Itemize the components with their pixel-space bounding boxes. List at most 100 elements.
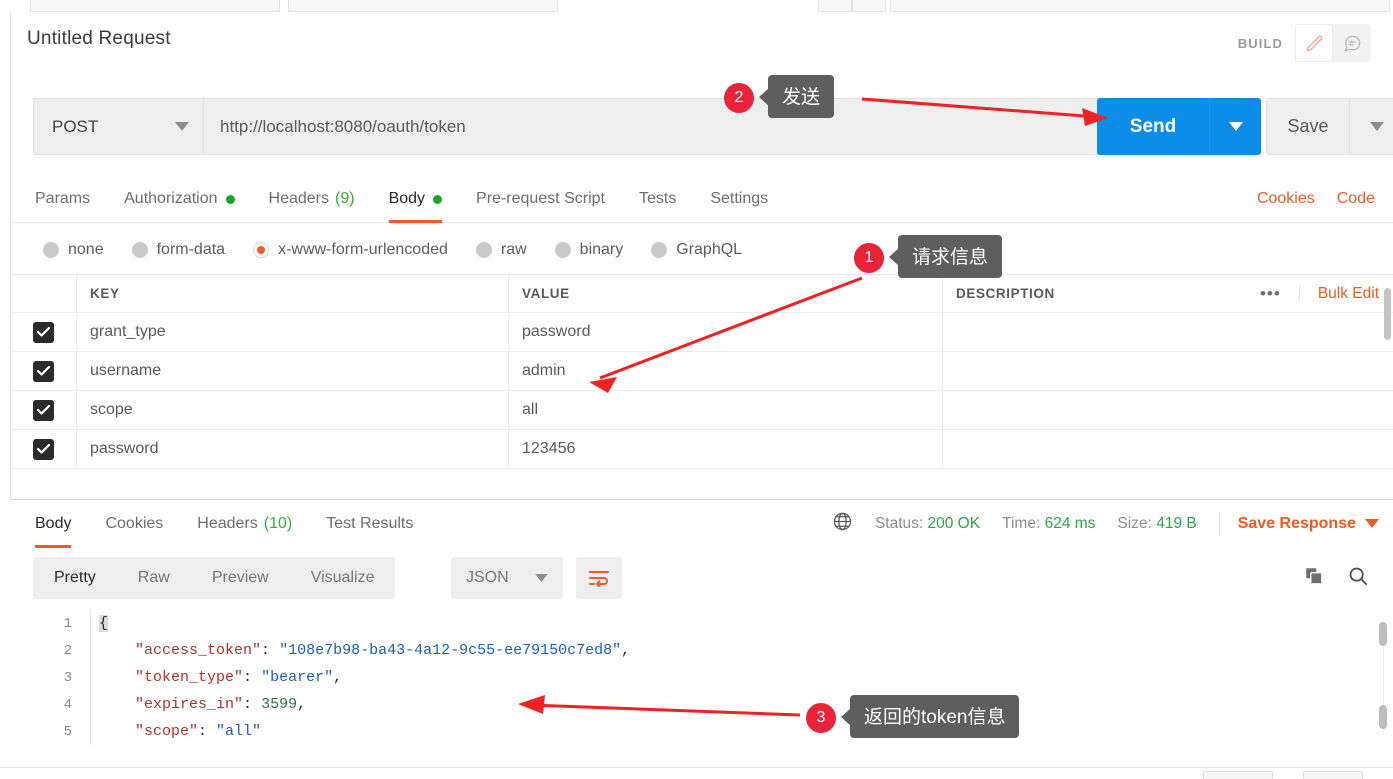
row-key-text: password [90,440,158,458]
body-type-binary[interactable]: binary [555,241,624,259]
checkbox-checked-icon[interactable] [33,361,54,382]
tab-label: Headers [269,190,329,208]
table-row[interactable]: password 123456 [11,430,1393,469]
save-button[interactable]: Save [1266,98,1349,155]
body-type-x-www-form-urlencoded[interactable]: x-www-form-urlencoded [253,241,448,259]
row-key-text: username [90,362,161,380]
chevron-down-icon[interactable] [1365,515,1379,533]
body-type-label: none [68,241,104,259]
build-area: BUILD [1238,24,1371,62]
row-checkbox-cell[interactable] [11,352,77,390]
radio-icon [476,242,492,258]
build-buttons [1295,24,1371,62]
body-type-raw[interactable]: raw [476,241,527,259]
row-checkbox-cell[interactable] [11,313,77,351]
size-value: 419 B [1156,515,1197,532]
row-key-cell[interactable]: username [77,352,509,390]
response-body-code[interactable]: 1 { 2 "access_token": "108e7b98-ba43-4a1… [10,610,1393,751]
row-key-cell[interactable]: grant_type [77,313,509,351]
checkbox-checked-icon[interactable] [33,439,54,460]
tab-remnant[interactable] [818,0,852,12]
code-line: 3 "token_type": "bearer", [10,664,1393,691]
tab-settings[interactable]: Settings [710,175,768,223]
url-input[interactable]: http://localhost:8080/oauth/token [203,98,1115,155]
table-row[interactable]: scope all [11,391,1393,430]
tab-authorization[interactable]: Authorization [124,175,234,223]
tab-remnant[interactable] [890,0,1390,12]
tab-remnant[interactable] [288,0,558,12]
table-row[interactable]: grant_type password [11,313,1393,352]
status-bar-item[interactable] [1303,771,1363,779]
viewer-mode-preview[interactable]: Preview [191,557,290,599]
language-select[interactable]: JSON [451,557,563,599]
save-options-button[interactable] [1349,98,1393,155]
status-value: 200 OK [928,515,981,532]
url-text: http://localhost:8080/oauth/token [220,117,466,137]
table-row[interactable]: username admin [11,352,1393,391]
bulk-edit-button[interactable]: Bulk Edit [1300,285,1379,303]
tab-headers[interactable]: Headers (9) [269,175,355,223]
comment-icon[interactable] [1333,24,1371,62]
viewer-mode-pretty[interactable]: Pretty [33,557,117,599]
code-line: 5 "scope": "all" [10,718,1393,745]
row-description-cell[interactable] [943,313,1393,351]
response-tab-cookies[interactable]: Cookies [105,500,163,548]
viewer-mode-visualize[interactable]: Visualize [290,557,396,599]
row-description-cell[interactable] [943,430,1393,468]
viewer-mode-raw[interactable]: Raw [117,557,191,599]
chevron-down-icon [535,569,548,587]
body-type-graphql[interactable]: GraphQL [651,241,742,259]
row-value-cell[interactable]: 123456 [509,430,943,468]
code-scrollbar-thumb-lower[interactable] [1379,705,1387,729]
response-tab-bar: Body Cookies Headers (10) Test Results [10,500,1393,548]
tab-label: Params [35,190,90,208]
radio-icon [555,242,571,258]
code-link[interactable]: Code [1337,190,1375,208]
tab-label: Authorization [124,190,217,208]
search-icon[interactable] [1347,565,1369,592]
code-text: "token_type": "bearer", [90,664,342,691]
status-bar [0,767,1393,779]
row-value-cell[interactable]: password [509,313,943,351]
header-cell-key: KEY [77,275,509,312]
word-wrap-icon[interactable] [576,557,622,599]
row-key-cell[interactable]: password [77,430,509,468]
row-value-cell[interactable]: admin [509,352,943,390]
send-options-button[interactable] [1209,98,1261,155]
send-button[interactable]: Send [1097,98,1209,155]
row-description-cell[interactable] [943,391,1393,429]
pencil-icon[interactable] [1295,24,1333,62]
code-line: 4 "expires_in": 3599, [10,691,1393,718]
status-bar-item[interactable] [1203,771,1273,779]
response-tab-test-results[interactable]: Test Results [326,500,413,548]
row-key-cell[interactable]: scope [77,391,509,429]
radio-icon [651,242,667,258]
more-actions-button[interactable]: ••• [1242,285,1300,302]
code-text: "scope": "all" [90,718,261,745]
tab-remnant[interactable] [852,0,886,12]
tab-pre-request-script[interactable]: Pre-request Script [476,175,605,223]
body-type-form-data[interactable]: form-data [132,241,225,259]
row-checkbox-cell[interactable] [11,430,77,468]
code-scrollbar-thumb[interactable] [1379,622,1387,646]
cookies-link[interactable]: Cookies [1257,190,1315,208]
response-tab-headers[interactable]: Headers (10) [197,500,292,548]
table-scrollbar-thumb[interactable] [1384,288,1391,340]
checkbox-checked-icon[interactable] [33,322,54,343]
tab-tests[interactable]: Tests [639,175,676,223]
method-select[interactable]: POST [33,98,203,155]
row-value-cell[interactable]: all [509,391,943,429]
row-description-cell[interactable] [943,352,1393,390]
viewer-actions [1303,557,1369,599]
save-response-button[interactable]: Save Response [1238,515,1356,533]
globe-icon[interactable] [832,511,853,537]
response-tab-body[interactable]: Body [35,500,71,548]
checkbox-checked-icon[interactable] [33,400,54,421]
row-checkbox-cell[interactable] [11,391,77,429]
tab-strip-remnant [0,0,1393,12]
tab-remnant[interactable] [30,0,280,12]
body-type-none[interactable]: none [43,241,104,259]
tab-body[interactable]: Body [389,175,442,223]
copy-icon[interactable] [1303,565,1325,592]
tab-params[interactable]: Params [35,175,90,223]
